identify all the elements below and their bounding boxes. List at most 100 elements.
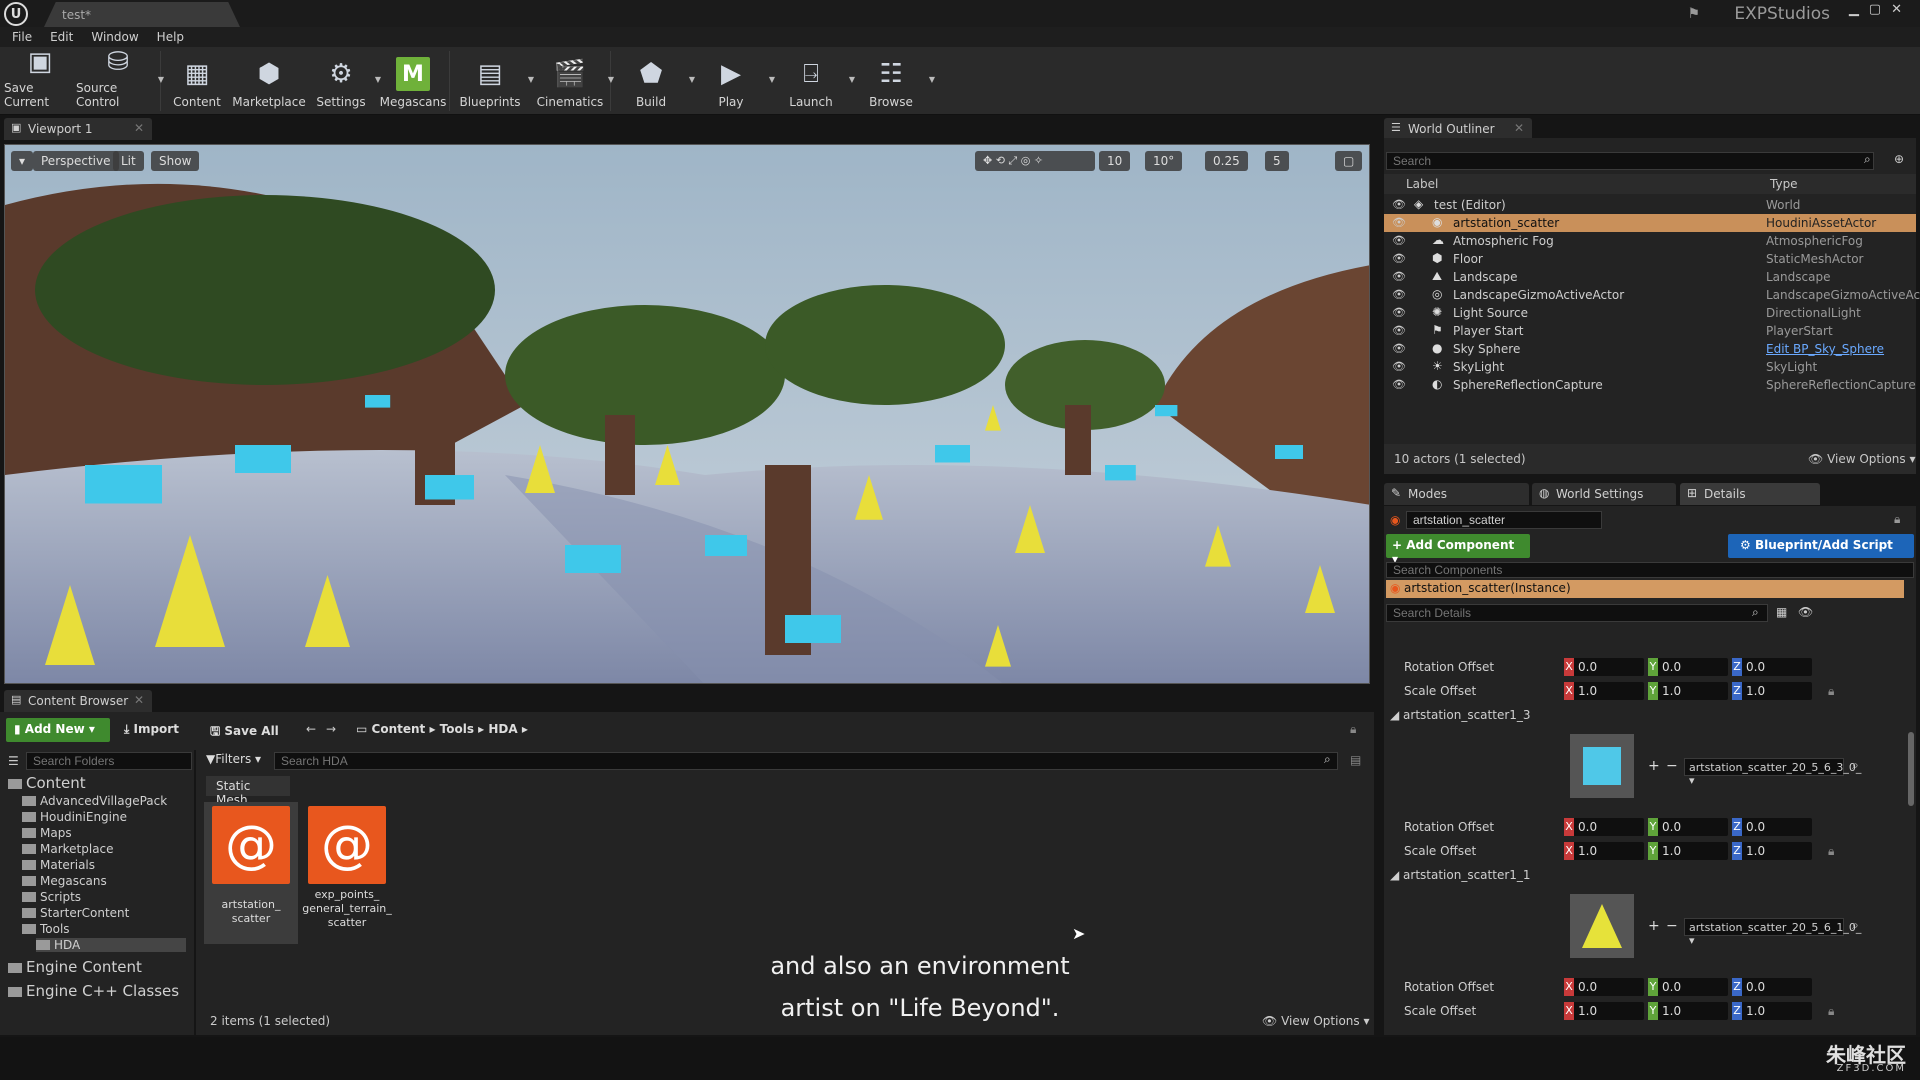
scale-z-field[interactable]: Z 1.0 <box>1732 682 1812 700</box>
rotation-x-field[interactable]: X 0.0 <box>1564 818 1644 836</box>
asset-tile[interactable]: @ artstation_ scatter <box>204 802 298 944</box>
cinematics-button[interactable]: 🎬 Cinematics ▼ <box>530 47 614 115</box>
label-column-header[interactable]: Label <box>1406 177 1438 191</box>
folder-item[interactable]: HoudiniEngine <box>22 810 127 824</box>
visibility-eye-icon[interactable]: 👁 <box>1392 252 1406 265</box>
save-all-button[interactable]: 🖫︎ Save All <box>210 722 279 743</box>
grid-view-icon[interactable]: ▦ <box>1776 605 1787 619</box>
splitter[interactable] <box>194 750 196 1035</box>
lock-icon[interactable]: 🔒︎ <box>1828 844 1834 859</box>
folder-item[interactable]: Materials <box>22 858 95 872</box>
scale-y-field[interactable]: Y 1.0 <box>1648 682 1728 700</box>
outliner-row[interactable]: 👁 ● Sky Sphere Edit BP_Sky_Sphere <box>1384 340 1916 358</box>
lit-button[interactable]: Lit <box>113 151 144 171</box>
visibility-eye-icon[interactable]: 👁 <box>1392 270 1406 283</box>
folder-item[interactable]: Megascans <box>22 874 107 888</box>
world-outliner-tab[interactable]: ☰ World Outliner ✕ <box>1384 118 1532 140</box>
mesh-asset-picker[interactable]: artstation_scatter_20_5_6_3_0_ ▾ <box>1684 758 1861 787</box>
history-back-icon[interactable]: ← <box>306 722 316 736</box>
add-icon[interactable]: + <box>1648 758 1660 774</box>
outliner-row[interactable]: 👁 ◎ LandscapeGizmoActiveActor LandscapeGizm… <box>1384 286 1920 304</box>
folder-item[interactable]: StarterContent <box>22 906 129 920</box>
close-icon[interactable]: ✕ <box>134 121 144 135</box>
outliner-row[interactable]: 👁 ⛰ Landscape Landscape <box>1384 268 1916 286</box>
filter-chip-static-mesh[interactable]: Static Mesh <box>206 776 290 807</box>
lock-icon[interactable]: 🔒︎ <box>1828 684 1834 699</box>
build-button[interactable]: ⬟ Build ▼ <box>611 47 695 115</box>
transform-tools[interactable]: ✥ ⟲ ⤢ ◎ ✧ <box>975 151 1095 171</box>
details-tab[interactable]: ⊞ Details <box>1680 483 1820 505</box>
close-icon[interactable]: ✕ <box>1514 121 1524 135</box>
camera-speed-value[interactable]: 5 <box>1265 151 1289 171</box>
breadcrumb-hda[interactable]: HDA <box>488 722 517 736</box>
folder-item[interactable]: AdvancedVillagePack <box>22 794 167 808</box>
scale-y-field[interactable]: Y 1.0 <box>1648 842 1728 860</box>
outliner-row[interactable]: 👁 ☁ Atmospheric Fog AtmosphericFog <box>1384 232 1916 250</box>
history-forward-icon[interactable]: → <box>326 722 336 736</box>
type-column-header[interactable]: Type <box>1770 177 1798 191</box>
eye-icon[interactable]: 👁 <box>1798 605 1813 619</box>
world-settings-tab[interactable]: ◍ World Settings <box>1532 483 1676 505</box>
outliner-view-options-button[interactable]: 👁 View Options ▾ <box>1808 452 1916 466</box>
pin-icon[interactable]: ⊕ <box>1894 152 1904 166</box>
remove-icon[interactable]: − <box>1666 918 1678 934</box>
folder-item[interactable]: Tools <box>22 922 70 936</box>
rotation-z-field[interactable]: Z 0.0 <box>1732 658 1812 676</box>
visibility-eye-icon[interactable]: 👁 <box>1392 360 1406 373</box>
blueprints-button[interactable]: ▤ Blueprints ▼ <box>450 47 534 115</box>
grid-snap-value[interactable]: 10 <box>1099 151 1131 171</box>
component-instance-row[interactable]: ◉ artstation_scatter(Instance) <box>1386 580 1904 598</box>
details-scrollbar[interactable] <box>1908 732 1914 806</box>
group-header-scatter1-1[interactable]: ◢ artstation_scatter1_1 <box>1390 868 1531 882</box>
visibility-eye-icon[interactable]: 👁 <box>1392 378 1406 391</box>
scale-x-field[interactable]: X 1.0 <box>1564 842 1644 860</box>
show-button[interactable]: Show <box>151 151 200 171</box>
menu-window[interactable]: Window <box>91 27 138 47</box>
save-current-button[interactable]: ▣ Save Current <box>4 47 76 115</box>
menu-file[interactable]: File <box>12 27 32 47</box>
visibility-eye-icon[interactable]: 👁 <box>1392 234 1406 247</box>
rotation-z-field[interactable]: Z 0.0 <box>1732 818 1812 836</box>
visibility-eye-icon[interactable]: 👁 <box>1392 288 1406 301</box>
outliner-row[interactable]: 👁 ⚑ Player Start PlayerStart <box>1384 322 1916 340</box>
breadcrumb-tools[interactable]: Tools <box>440 722 474 736</box>
folder-item[interactable]: Content <box>8 774 86 792</box>
save-search-icon[interactable]: ▤ <box>1350 753 1361 767</box>
lock-icon[interactable]: 🔒︎ <box>1894 512 1900 527</box>
scale-x-field[interactable]: X 1.0 <box>1564 682 1644 700</box>
edit-blueprint-link[interactable]: Edit BP_Sky_Sphere <box>1766 342 1884 356</box>
menu-edit[interactable]: Edit <box>50 27 73 47</box>
outliner-row[interactable]: 👁 ☀ SkyLight SkyLight <box>1384 358 1916 376</box>
play-button[interactable]: ▶ Play ▼ <box>691 47 775 115</box>
document-tab[interactable]: test* <box>44 2 240 27</box>
source-control-button[interactable]: ⛁ Source Control ▼ <box>76 47 164 115</box>
search-details-input[interactable] <box>1386 604 1768 622</box>
rotation-x-field[interactable]: X 0.0 <box>1564 658 1644 676</box>
mesh-asset-picker[interactable]: artstation_scatter_20_5_6_1_0_ ▾ <box>1684 918 1861 947</box>
remove-icon[interactable]: − <box>1666 758 1678 774</box>
outliner-row[interactable]: 👁 ◉ artstation_scatter HoudiniAssetActor <box>1384 214 1916 232</box>
folder-item[interactable]: Scripts <box>22 890 81 904</box>
filters-button[interactable]: ▼Filters ▾ <box>206 752 261 766</box>
scale-snap-value[interactable]: 0.25 <box>1205 151 1248 171</box>
import-button[interactable]: ⤓ Import <box>124 722 179 737</box>
outliner-search-input[interactable] <box>1386 152 1874 170</box>
maximize-viewport-icon[interactable]: ▢ <box>1335 151 1363 171</box>
rotation-y-field[interactable]: Y 0.0 <box>1648 818 1728 836</box>
add-component-button[interactable]: + Add Component ▾ <box>1386 534 1530 566</box>
search-folders-input[interactable] <box>26 752 192 770</box>
add-new-button[interactable]: ▮ Add New ▾ <box>6 718 110 742</box>
visibility-eye-icon[interactable]: 👁 <box>1392 342 1406 355</box>
asset-search-input[interactable] <box>274 752 1338 770</box>
group-header-scatter1-3[interactable]: ◢ artstation_scatter1_3 <box>1390 708 1531 722</box>
visibility-eye-icon[interactable]: 👁 <box>1392 324 1406 337</box>
browse-asset-icon[interactable]: ⌕ <box>1852 758 1859 773</box>
breadcrumb-content[interactable]: Content <box>372 722 426 736</box>
browse-button[interactable]: ☷ Browse ▼ <box>851 47 935 115</box>
outliner-row[interactable]: 👁 ✺ Light Source DirectionalLight <box>1384 304 1916 322</box>
blueprint-add-script-button[interactable]: ⚙ Blueprint/Add Script <box>1728 534 1914 558</box>
settings-button[interactable]: ⚙ Settings ▼ <box>305 47 381 115</box>
content-button[interactable]: ▦ Content <box>161 47 233 115</box>
content-browser-tab[interactable]: ▤ Content Browser ✕ <box>4 690 152 712</box>
folder-item[interactable]: HDA <box>36 938 186 952</box>
